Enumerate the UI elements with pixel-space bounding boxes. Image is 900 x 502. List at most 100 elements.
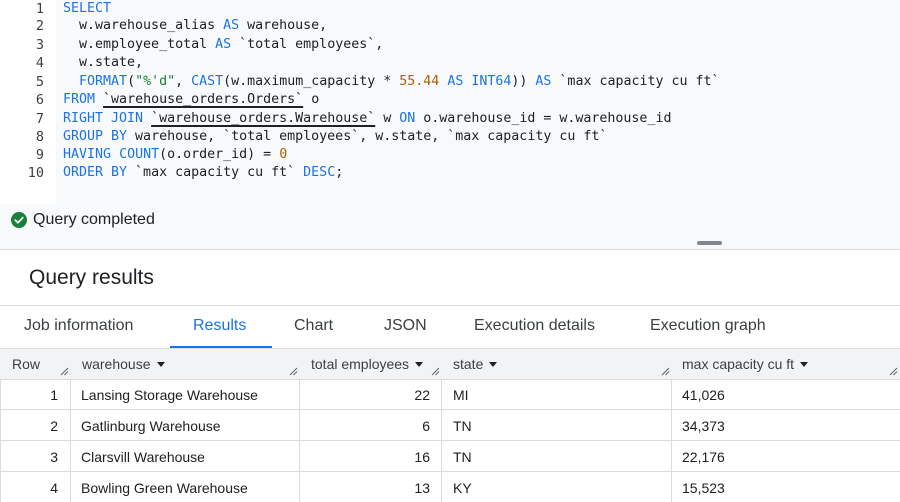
sort-caret-icon[interactable] [800,362,809,367]
check-circle-icon [11,212,27,228]
code-token: ; [335,165,344,180]
table-reference[interactable]: `warehouse_orders.Warehouse` [151,111,375,126]
column-header-warehouse[interactable]: warehouse [82,356,165,372]
code-token: GROUP BY [63,129,128,144]
line-number-gutter: 1 2 3 4 5 6 7 8 9 10 [0,0,56,204]
total-employees-cell[interactable]: 6 [330,418,430,434]
row-number-cell: 2 [50,418,58,434]
max-capacity-cell[interactable]: 41,026 [682,387,725,403]
max-capacity-cell[interactable]: 15,523 [682,480,725,496]
code-line[interactable]: FORMAT("%'d", CAST(w.maximum_capacity * … [63,73,720,91]
code-line[interactable]: RIGHT JOIN `warehouse_orders.Warehouse` … [63,110,671,128]
warehouse-cell[interactable]: Bowling Green Warehouse [81,480,248,496]
line-number: 6 [35,92,44,108]
status-text: Query completed [33,211,155,228]
code-line[interactable]: SELECT [63,0,111,18]
sort-caret-icon[interactable] [415,362,424,367]
column-header-state[interactable]: state [453,356,498,372]
line-number: 3 [35,37,44,53]
sort-caret-icon[interactable] [489,362,498,367]
total-employees-cell[interactable]: 22 [330,387,430,403]
code-token: (o.order_id) = [159,147,280,162]
max-capacity-cell[interactable]: 34,373 [682,418,725,434]
column-resize-icon[interactable] [289,367,298,376]
code-token: ( [127,74,136,89]
code-token: DESC [303,165,336,180]
divider [70,379,71,502]
code-token: w.warehouse_alias [63,18,224,33]
code-token: ORDER BY [63,165,128,180]
column-resize-icon[interactable] [661,367,670,376]
divider [0,409,900,410]
max-capacity-cell[interactable]: 22,176 [682,449,725,465]
state-cell[interactable]: MI [453,387,469,403]
code-token: , [175,74,192,89]
column-header-label: Row [12,356,41,372]
tab-json[interactable]: JSON [384,317,427,335]
row-number-cell: 1 [50,387,58,403]
column-header-row: Row [12,356,40,372]
tab-results[interactable]: Results [193,317,246,335]
divider [0,249,900,250]
divider [0,305,900,306]
sql-editor[interactable]: 1 2 3 4 5 6 7 8 9 10 SELECT w.warehouse_… [0,0,900,204]
divider [0,379,1,502]
code-token: FORMAT [79,74,128,89]
column-header-max-capacity[interactable]: max capacity cu ft [682,356,809,372]
divider [671,379,672,502]
code-token: w.state, [63,55,144,70]
code-line[interactable]: ORDER BY `max capacity cu ft` DESC; [63,164,343,182]
divider [0,471,900,472]
tab-chart[interactable]: Chart [294,317,333,335]
code-line[interactable]: HAVING COUNT(o.order_id) = 0 [63,146,287,164]
state-cell[interactable]: TN [453,449,472,465]
code-token: `max capacity cu ft` [127,165,304,180]
sort-caret-icon[interactable] [156,362,165,367]
line-number: 8 [35,129,44,145]
tab-execution-details[interactable]: Execution details [474,317,595,335]
column-resize-icon[interactable] [889,367,898,376]
code-line[interactable]: FROM `warehouse_orders.Orders` o [63,91,319,109]
line-number: 4 [35,55,44,71]
code-token: AS [215,37,232,52]
code-token: AS [535,74,552,89]
code-token: HAVING [63,147,112,162]
code-token: RIGHT JOIN [63,111,144,126]
code-line[interactable]: w.state, [63,54,143,72]
column-header-total-employees[interactable]: total employees [311,356,424,372]
warehouse-cell[interactable]: Gatlinburg Warehouse [81,418,221,434]
code-token: w [375,111,400,126]
table-reference[interactable]: `warehouse_orders.Orders` [103,92,303,107]
code-line[interactable]: w.warehouse_alias AS warehouse, [63,17,327,35]
code-token: o [303,92,320,107]
state-cell[interactable]: TN [453,418,472,434]
code-token: 0 [279,147,288,162]
tab-job-information[interactable]: Job information [24,317,133,335]
line-number: 9 [35,147,44,163]
drag-handle[interactable] [697,241,722,245]
line-number: 7 [35,111,44,127]
warehouse-cell[interactable]: Clarsvill Warehouse [81,449,205,465]
code-line[interactable]: w.employee_total AS `total employees`, [63,36,383,54]
code-token: "%'d" [135,74,176,89]
state-cell[interactable]: KY [453,480,472,496]
code-token: AS INT64 [447,74,512,89]
code-line[interactable]: GROUP BY warehouse, `total employees`, w… [63,128,607,146]
code-token: ON [399,111,416,126]
divider [441,379,442,502]
total-employees-cell[interactable]: 13 [330,480,430,496]
column-header-label: max capacity cu ft [682,356,795,372]
column-header-label: state [453,356,484,372]
tab-execution-graph[interactable]: Execution graph [650,317,766,335]
line-number: 10 [27,165,44,181]
column-resize-icon[interactable] [431,367,440,376]
code-token: o.warehouse_id = w.warehouse_id [415,111,672,126]
code-token: w.employee_total [63,37,216,52]
total-employees-cell[interactable]: 16 [330,449,430,465]
row-number-cell: 4 [50,480,58,496]
warehouse-cell[interactable]: Lansing Storage Warehouse [81,387,258,403]
column-resize-icon[interactable] [60,367,69,376]
